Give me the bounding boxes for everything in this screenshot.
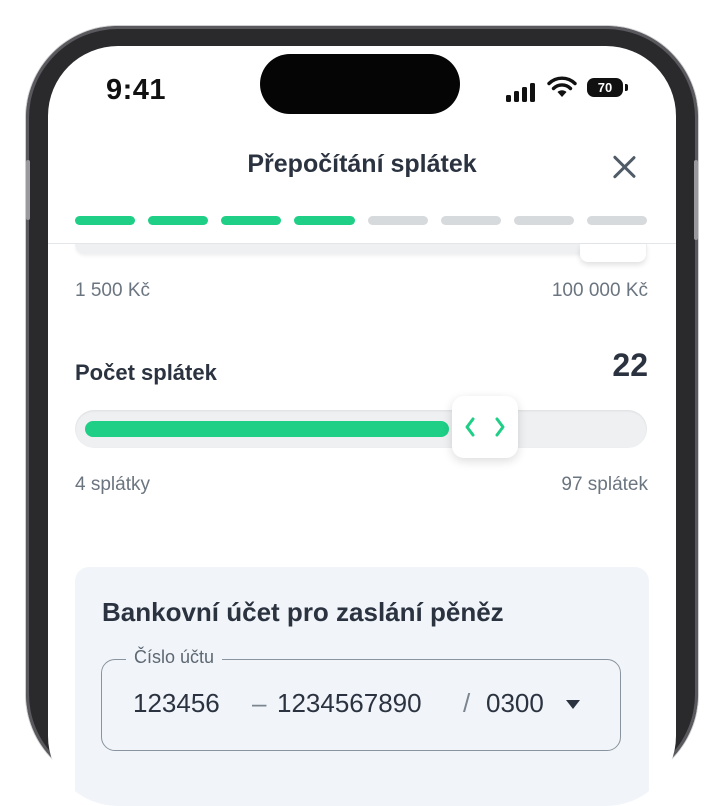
account-number-field[interactable]: Číslo účtu 123456 – 1234567890 / 0300: [101, 647, 621, 751]
amount-min-label: 1 500 Kč: [75, 280, 150, 301]
screen: 9:41 70 Přepočítání splátek 1 500 Kč 100…: [48, 46, 676, 806]
status-bar: 9:41 70: [48, 46, 676, 126]
battery-nub: [625, 84, 628, 91]
amount-max-label: 100 000 Kč: [551, 280, 648, 301]
progress-steps: [75, 216, 647, 226]
page-title: Přepočítání splátek: [247, 150, 477, 178]
caret-down-icon[interactable]: [566, 700, 580, 709]
progress-step: [294, 216, 355, 225]
account-prefix-input[interactable]: 123456: [133, 688, 220, 719]
progress-step: [513, 216, 574, 225]
progress-step: [148, 216, 209, 225]
progress-step: [367, 216, 428, 225]
bank-account-card: Bankovní účet pro zaslání pěněz Číslo úč…: [75, 567, 649, 806]
wifi-icon: [547, 76, 577, 97]
installments-slider-fill: [85, 421, 449, 437]
account-number-label: Číslo účtu: [126, 647, 223, 668]
progress-step: [440, 216, 501, 225]
phone-side-button: [26, 160, 30, 220]
battery-icon: 70: [587, 78, 623, 97]
status-time: 9:41: [106, 74, 167, 106]
dynamic-island: [260, 54, 460, 114]
bank-code-separator: /: [463, 688, 471, 718]
phone-power-button: [694, 160, 698, 240]
installments-slider-track[interactable]: [75, 410, 647, 448]
prefix-separator: –: [252, 688, 267, 718]
installments-value: 22: [612, 347, 648, 383]
amount-slider-track[interactable]: [75, 244, 647, 254]
installments-slider-knob[interactable]: [452, 396, 518, 458]
installments-label: Počet splátek: [75, 360, 217, 385]
chevron-left-right-icon: [465, 417, 505, 437]
progress-step: [75, 216, 136, 225]
installments-min-label: 4 splátky: [75, 474, 150, 495]
progress-step: [586, 216, 647, 225]
bank-account-title: Bankovní účet pro zaslání pěněz: [102, 597, 504, 627]
amount-slider-knob[interactable]: [580, 244, 646, 262]
account-number-input[interactable]: 1234567890: [277, 688, 422, 719]
bank-code-select[interactable]: 0300: [486, 688, 544, 719]
installments-max-label: 97 splátek: [561, 474, 648, 495]
cellular-signal-icon: [506, 78, 538, 102]
close-icon[interactable]: [607, 150, 641, 184]
progress-step: [221, 216, 282, 225]
